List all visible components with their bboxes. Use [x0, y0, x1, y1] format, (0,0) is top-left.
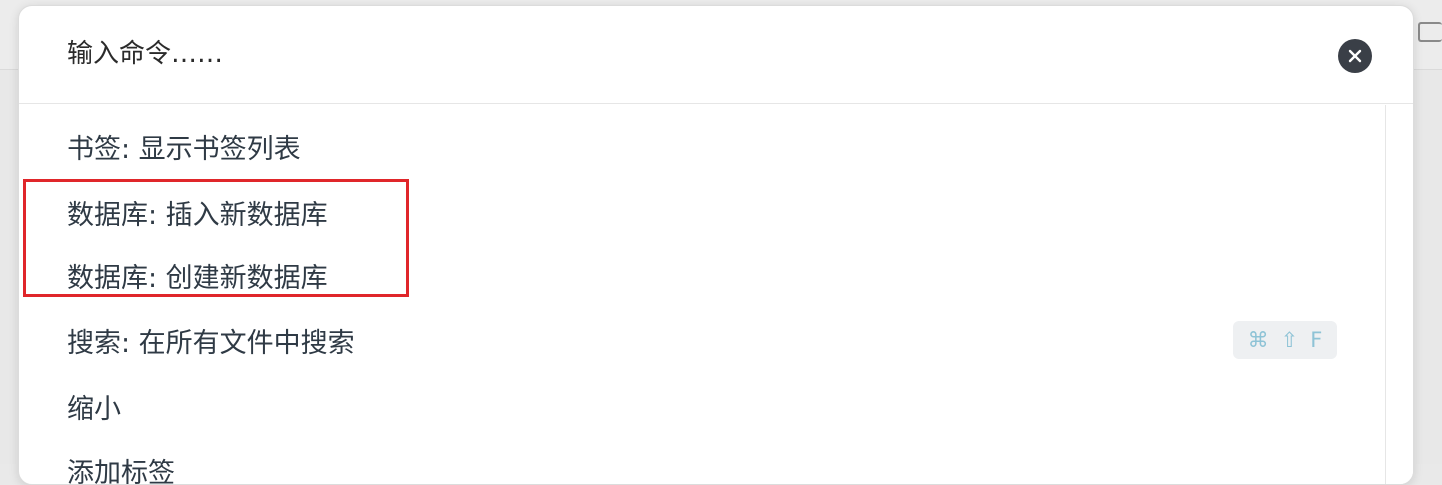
command-input-row	[19, 6, 1413, 104]
command-item-label: 数据库: 创建新数据库	[67, 263, 328, 294]
command-item-zoom-out[interactable]: 缩小	[19, 375, 1385, 435]
command-item-label: 数据库: 插入新数据库	[67, 200, 328, 231]
command-key-icon: ⌘	[1247, 328, 1269, 352]
command-list: 书签: 显示书签列表 数据库: 插入新数据库 数据库: 创建新数据库 搜索: 在…	[19, 105, 1385, 485]
command-palette: 书签: 显示书签列表 数据库: 插入新数据库 数据库: 创建新数据库 搜索: 在…	[18, 5, 1414, 485]
hotkey-badge: ⌘ ⇧ F	[1233, 321, 1337, 359]
shift-key-icon: ⇧	[1280, 328, 1299, 352]
command-item-add-tag[interactable]: 添加标签	[19, 439, 1385, 485]
command-item-label: 书签: 显示书签列表	[67, 134, 301, 165]
window-icon	[1418, 22, 1442, 42]
hotkey-letter: F	[1310, 328, 1323, 352]
command-item-show-bookmarks[interactable]: 书签: 显示书签列表	[19, 115, 1385, 175]
command-item-insert-database[interactable]: 数据库: 插入新数据库	[19, 181, 1385, 241]
close-icon	[1348, 49, 1362, 63]
scrollbar[interactable]	[1385, 105, 1413, 484]
command-item-label: 搜索: 在所有文件中搜索	[67, 328, 355, 359]
command-input[interactable]	[67, 30, 1267, 78]
close-button[interactable]	[1338, 39, 1372, 73]
command-item-create-database[interactable]: 数据库: 创建新数据库	[19, 244, 1385, 304]
command-item-search-all-files[interactable]: 搜索: 在所有文件中搜索 ⌘ ⇧ F	[19, 309, 1385, 369]
command-item-label: 添加标签	[67, 458, 175, 485]
command-item-label: 缩小	[67, 394, 121, 425]
